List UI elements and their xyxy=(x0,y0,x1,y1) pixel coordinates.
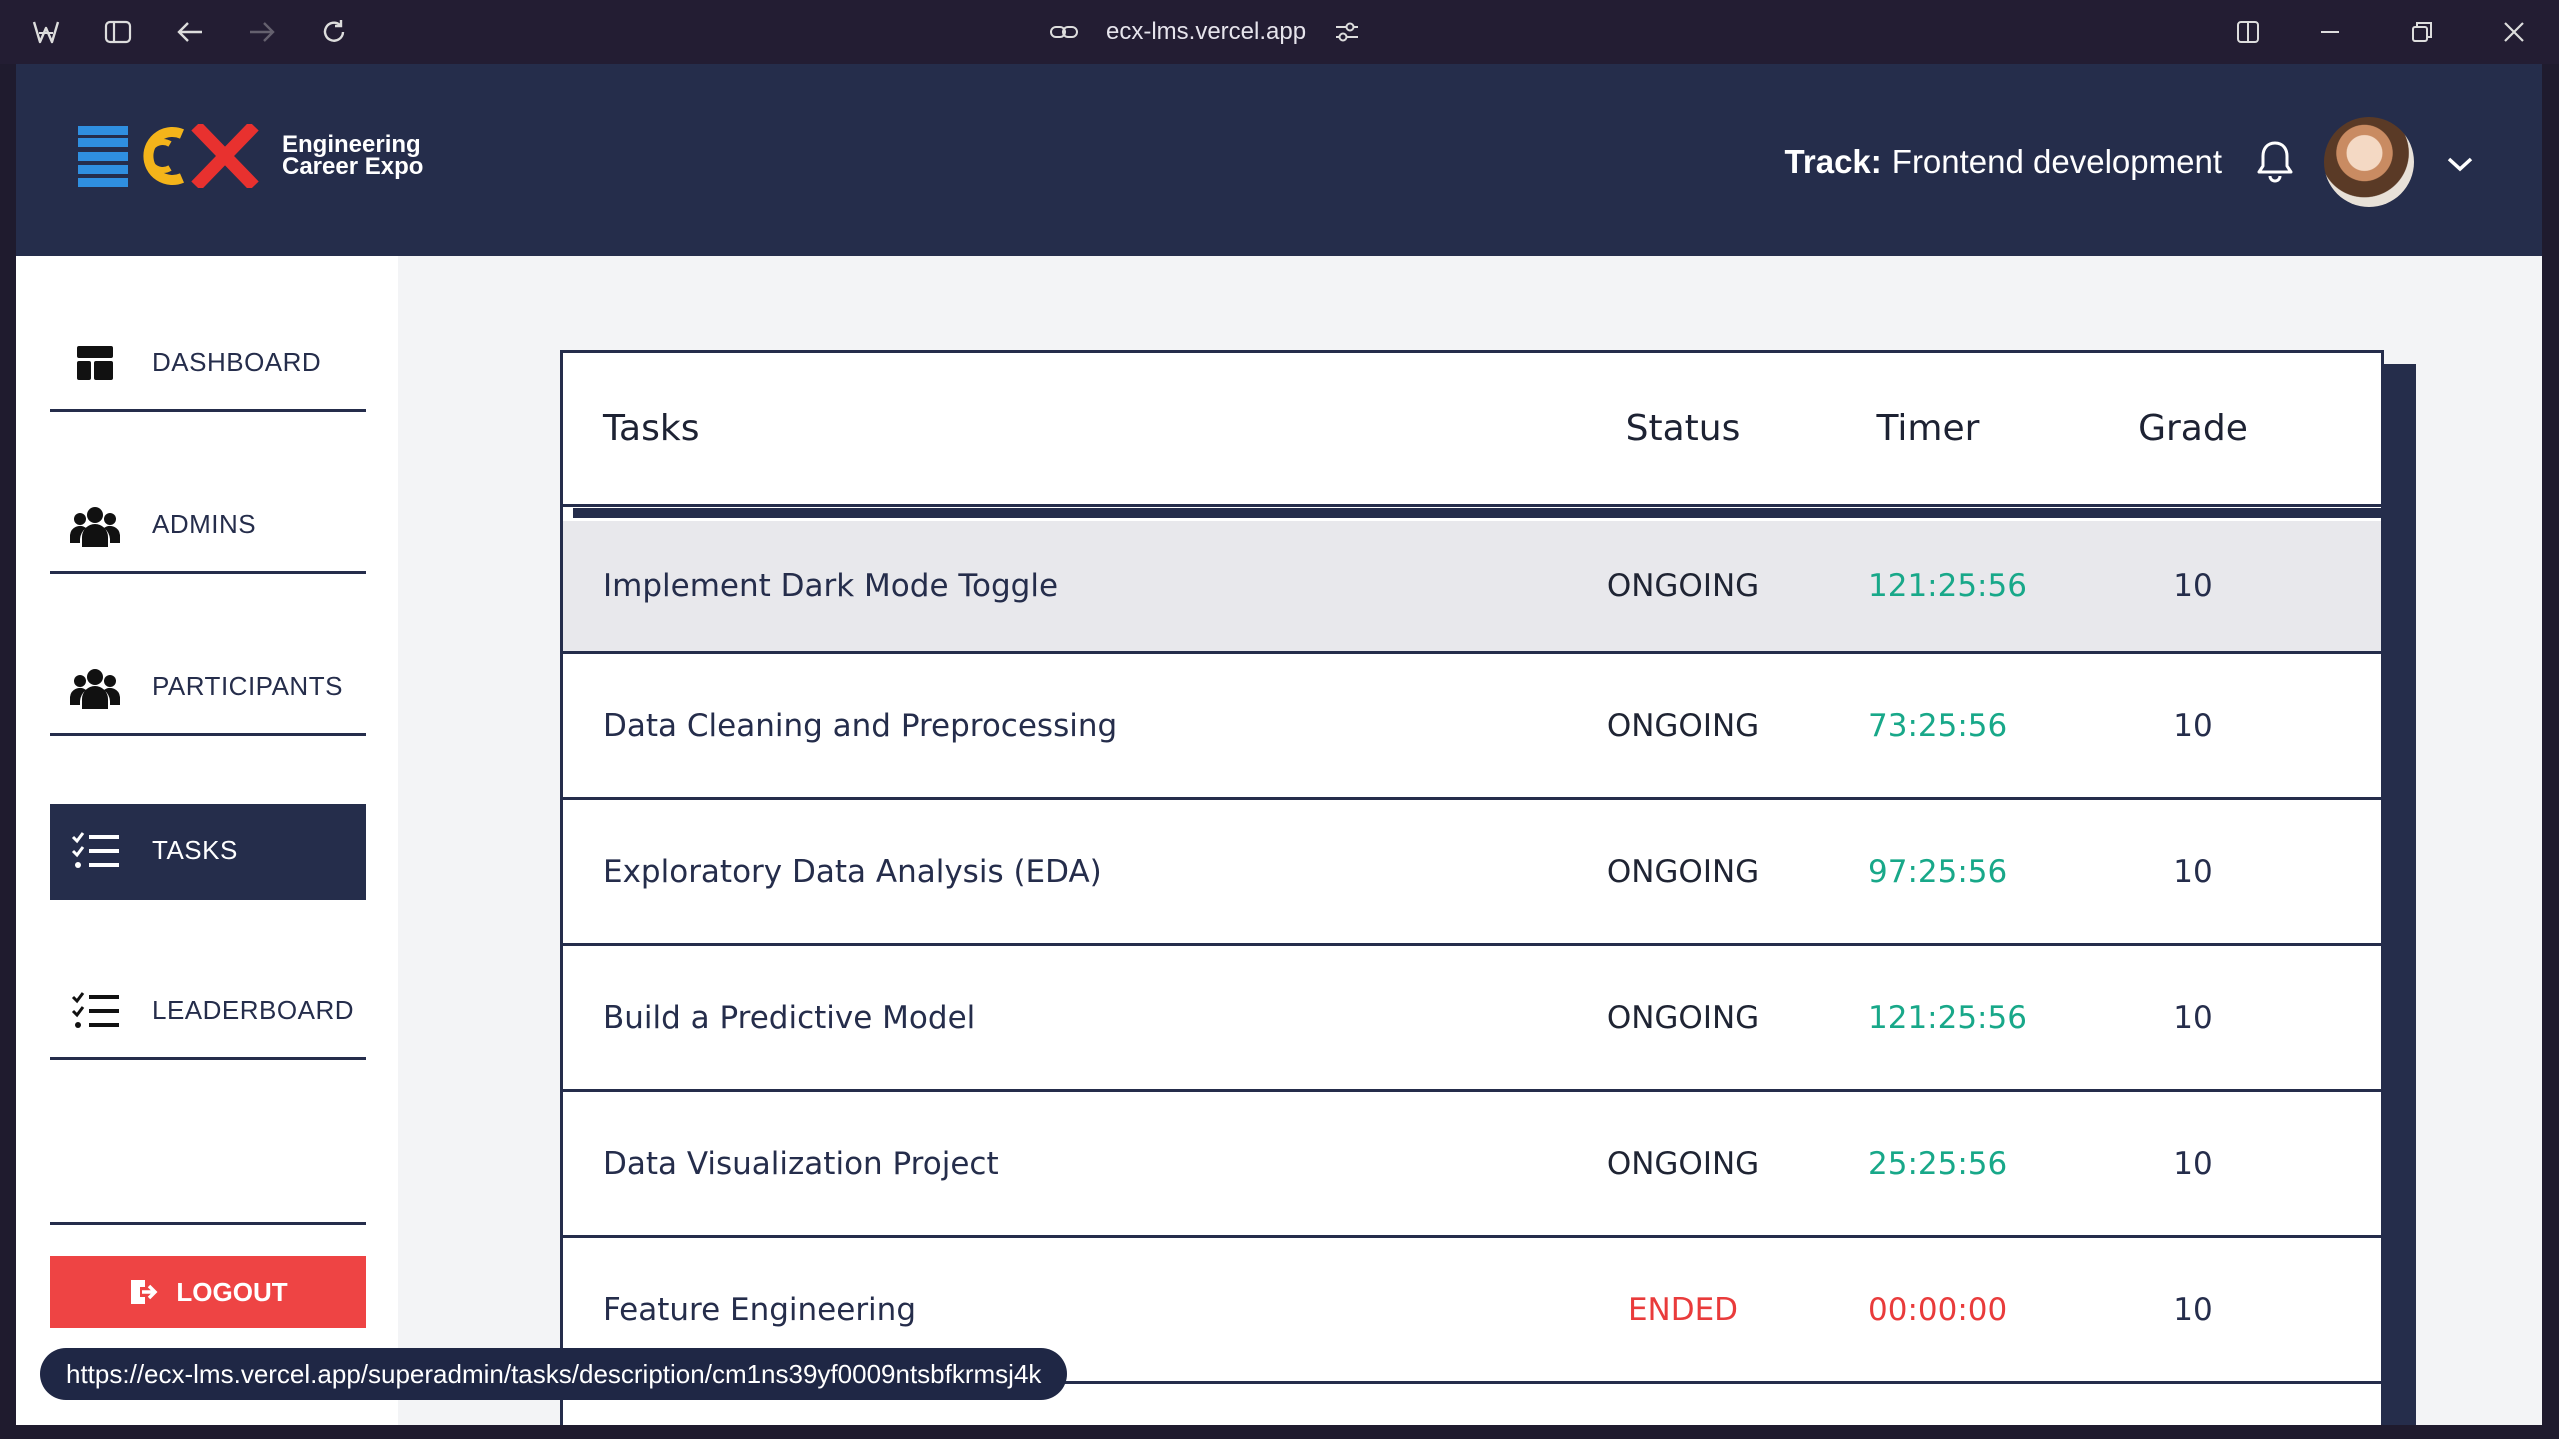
task-name: Data Visualization Project xyxy=(603,1145,999,1182)
task-name: Implement Dark Mode Toggle xyxy=(603,568,1059,604)
track-value: Frontend development xyxy=(1891,143,2222,180)
sidebar-item-label: PARTICIPANTS xyxy=(152,671,343,701)
address-text: ecx-lms.vercel.app xyxy=(1106,18,1307,45)
ecx-logo[interactable]: Engineering Career Expo xyxy=(78,124,423,188)
table-row[interactable]: Build a Predictive Model ONGOING 121:25:… xyxy=(563,946,2381,1092)
table-row[interactable]: Implement Dark Mode Toggle ONGOING 121:2… xyxy=(563,521,2381,654)
reload-icon[interactable] xyxy=(316,14,352,50)
table-row[interactable]: Data Cleaning and Preprocessing ONGOING … xyxy=(563,654,2381,800)
sidebar-item-label: ADMINS xyxy=(152,509,257,539)
task-grade: 10 xyxy=(2173,853,2213,890)
sidebar-divider xyxy=(50,1222,366,1225)
app-header: Engineering Career Expo Track: Frontend … xyxy=(16,64,2542,256)
task-grade: 10 xyxy=(2173,999,2213,1036)
sidebar: DASHBOARD ADMINS PARTICIPANTS TASKS LEAD… xyxy=(16,256,398,1425)
task-status: ONGOING xyxy=(1606,999,1760,1036)
task-grade: 10 xyxy=(2173,1145,2213,1182)
users-icon xyxy=(70,662,120,712)
task-name: Build a Predictive Model xyxy=(603,999,976,1036)
close-icon[interactable] xyxy=(2496,14,2532,50)
status-url: https://ecx-lms.vercel.app/superadmin/ta… xyxy=(66,1358,1042,1389)
logout-button[interactable]: LOGOUT xyxy=(50,1256,366,1328)
table-row[interactable]: Exploratory Data Analysis (EDA) ONGOING … xyxy=(563,800,2381,946)
task-status: ONGOING xyxy=(1606,1145,1760,1182)
column-header-timer: Timer xyxy=(1876,408,1980,449)
task-grade: 10 xyxy=(2173,568,2213,604)
logo-text: Engineering Career Expo xyxy=(282,133,424,180)
sidebar-item-label: TASKS xyxy=(152,835,238,865)
site-settings-icon[interactable] xyxy=(1334,20,1360,44)
browser-logo-icon[interactable] xyxy=(28,14,64,50)
header-underline xyxy=(573,508,2381,518)
task-grade: 10 xyxy=(2173,707,2213,744)
back-arrow-icon[interactable] xyxy=(172,14,208,50)
sidebar-item-label: DASHBOARD xyxy=(152,347,322,377)
sidebar-item-label: LEADERBOARD xyxy=(152,995,354,1025)
address-bar[interactable]: ecx-lms.vercel.app xyxy=(1050,12,1390,52)
split-view-icon[interactable] xyxy=(2230,14,2266,50)
avatar[interactable] xyxy=(2324,117,2414,207)
logo-line-2: Career Expo xyxy=(282,153,424,180)
task-name: Exploratory Data Analysis (EDA) xyxy=(603,853,1102,890)
dashboard-icon xyxy=(70,338,120,388)
task-grade: 10 xyxy=(2173,1291,2213,1328)
sidebar-item-participants[interactable]: PARTICIPANTS xyxy=(50,640,366,736)
checklist-icon xyxy=(70,986,120,1036)
checklist-icon xyxy=(70,826,120,876)
task-status: ONGOING xyxy=(1606,568,1760,604)
track-label: Track: xyxy=(1784,143,1882,180)
task-status: ENDED xyxy=(1627,1291,1739,1328)
logout-label: LOGOUT xyxy=(176,1276,288,1307)
task-name: Data Cleaning and Preprocessing xyxy=(603,707,1118,744)
notification-bell-icon[interactable] xyxy=(2250,136,2300,186)
users-icon xyxy=(70,500,120,550)
task-status: ONGOING xyxy=(1606,707,1760,744)
sidebar-item-admins[interactable]: ADMINS xyxy=(50,478,366,574)
column-header-status: Status xyxy=(1625,408,1741,449)
table-row[interactable]: Data Visualization Project ONGOING 25:25… xyxy=(563,1092,2381,1238)
restore-icon[interactable] xyxy=(2404,14,2440,50)
forward-arrow-icon[interactable] xyxy=(244,14,280,50)
track-indicator: Track: Frontend development xyxy=(1785,138,2222,186)
sidebar-item-leaderboard[interactable]: LEADERBOARD xyxy=(50,964,366,1060)
column-header-grade: Grade xyxy=(2138,408,2248,449)
logout-icon xyxy=(128,1277,158,1307)
tasks-table: Tasks Status Timer Grade Implement Dark … xyxy=(560,350,2384,1425)
chevron-down-icon[interactable] xyxy=(2440,144,2480,184)
link-status-tooltip: https://ecx-lms.vercel.app/superadmin/ta… xyxy=(40,1348,1068,1400)
browser-toolbar: ecx-lms.vercel.app xyxy=(0,0,2559,64)
minimize-icon[interactable] xyxy=(2312,14,2348,50)
column-header-tasks: Tasks xyxy=(603,408,700,449)
sidebar-toggle-icon[interactable] xyxy=(100,14,136,50)
ecx-logo-mark xyxy=(78,124,259,188)
sidebar-item-tasks[interactable]: TASKS xyxy=(50,804,366,900)
link-icon xyxy=(1050,24,1078,40)
task-status: ONGOING xyxy=(1606,853,1760,890)
table-header: Tasks Status Timer Grade xyxy=(563,353,2381,518)
app-window: Engineering Career Expo Track: Frontend … xyxy=(16,64,2542,1425)
sidebar-item-dashboard[interactable]: DASHBOARD xyxy=(50,316,366,412)
